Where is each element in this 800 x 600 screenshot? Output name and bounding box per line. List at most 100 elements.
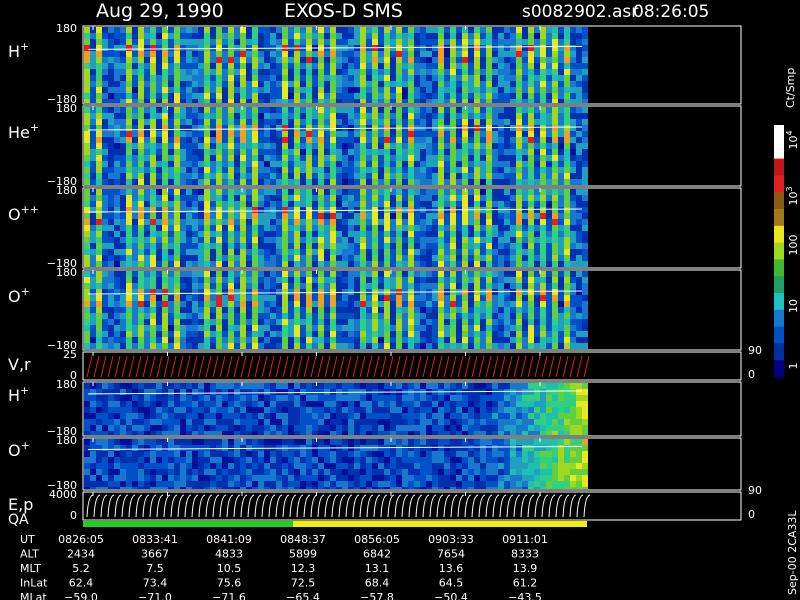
spectrogram-cell: [126, 431, 132, 435]
spectrogram-cell: [342, 261, 348, 267]
spectrogram-cell: [198, 277, 204, 283]
spectrogram-cell: [456, 45, 462, 51]
spectrogram-cell: [330, 33, 336, 39]
spectrogram-cell: [300, 93, 306, 99]
spectrogram-cell: [396, 143, 402, 149]
spectrogram-cell: [210, 295, 216, 301]
spectrogram-cell: [276, 319, 282, 325]
spectrogram-cell: [522, 99, 528, 103]
spectrogram-cell: [210, 87, 216, 93]
spectrogram-cell: [534, 119, 540, 125]
spectrogram-cell: [414, 161, 420, 167]
spectrogram-cell: [300, 33, 306, 39]
spectrogram-cell: [546, 161, 552, 167]
spectrogram-cell: [168, 201, 174, 207]
spectrogram-cell: [246, 93, 252, 99]
spectrogram-cell: [84, 261, 90, 267]
spectrogram-cell: [510, 225, 516, 231]
spectrogram-cell: [258, 39, 264, 45]
spectrogram-cell: [516, 27, 522, 33]
spectrogram-cell: [552, 325, 558, 331]
spectrogram-cell: [348, 225, 354, 231]
spectrogram-cell: [480, 173, 486, 179]
spectrogram-cell: [354, 307, 360, 313]
spectrogram-cell: [342, 343, 348, 349]
spectrogram-cell: [252, 237, 258, 243]
spectrogram-cell: [396, 75, 402, 81]
spectrogram-cell: [276, 419, 282, 425]
spectrogram-cell: [564, 307, 570, 313]
spectrogram-cell: [468, 51, 474, 57]
spectrogram-cell: [456, 81, 462, 87]
spectrogram-cell: [336, 225, 342, 231]
spectrogram-cell: [390, 143, 396, 149]
spectrogram-cell: [168, 295, 174, 301]
spectrogram-cell: [246, 383, 252, 389]
spectrogram-cell: [474, 33, 480, 39]
spectrogram-cell: [108, 99, 114, 103]
spectrogram-cell: [456, 325, 462, 331]
spectrogram-cell: [408, 261, 414, 267]
spectrogram-cell: [222, 301, 228, 307]
spectrogram-cell: [132, 27, 138, 33]
spectrogram-cell: [378, 249, 384, 255]
spectrogram-cell: [84, 189, 90, 195]
spectrogram-cell: [240, 313, 246, 319]
spectrogram-cell: [546, 213, 552, 219]
spectrogram-cell: [438, 81, 444, 87]
spectrogram-cell: [168, 125, 174, 131]
spectrogram-cell: [510, 75, 516, 81]
spectrogram-cell: [168, 161, 174, 167]
spectrogram-cell: [246, 325, 252, 331]
spectrogram-cell: [300, 325, 306, 331]
spectrogram-cell: [198, 337, 204, 343]
spectrogram-cell: [192, 131, 198, 137]
spectrogram-cell: [492, 143, 498, 149]
spectrogram-cell: [438, 57, 444, 63]
spectrogram-cell: [294, 125, 300, 131]
spectrogram-cell: [90, 155, 96, 161]
spectrogram-cell: [330, 213, 336, 219]
spectrogram-cell: [150, 87, 156, 93]
spectrogram-cell: [276, 161, 282, 167]
spectrogram-cell: [258, 331, 264, 337]
spectrogram-cell: [378, 261, 384, 267]
spectrogram-cell: [390, 201, 396, 207]
spectrogram-cell: [270, 107, 276, 113]
spectrogram-cell: [576, 237, 582, 243]
spectrogram-cell: [354, 119, 360, 125]
spectrogram-cell: [546, 173, 552, 179]
spectrogram-cell: [174, 431, 180, 435]
spectrogram-cell: [294, 255, 300, 261]
spectrogram-cell: [504, 337, 510, 343]
spectrogram-cell: [432, 195, 438, 201]
spectrogram-cell: [270, 167, 276, 173]
spectrogram-cell: [186, 255, 192, 261]
spectrogram-cell: [360, 137, 366, 143]
spectrogram-cell: [90, 63, 96, 69]
spectrogram-cell: [354, 149, 360, 155]
spectrogram-cell: [258, 179, 264, 185]
spectrogram-cell: [402, 219, 408, 225]
spectrogram-cell: [564, 99, 570, 103]
spectrogram-cell: [126, 313, 132, 319]
spectrogram-cell: [144, 155, 150, 161]
spectrogram-cell: [420, 219, 426, 225]
spectrogram-cell: [540, 63, 546, 69]
spectrogram-cell: [210, 39, 216, 45]
spectrogram-cell: [300, 419, 306, 425]
spectrogram-cell: [156, 69, 162, 75]
spectrogram-cell: [516, 289, 522, 295]
spectrogram-cell: [180, 201, 186, 207]
spectrogram-cell: [186, 173, 192, 179]
spectrogram-cell: [330, 161, 336, 167]
spectrogram-cell: [330, 337, 336, 343]
spectrogram-cell: [456, 301, 462, 307]
spectrogram-cell: [516, 213, 522, 219]
spectrogram-cell: [282, 419, 288, 425]
spectrogram-cell: [174, 237, 180, 243]
spectrogram-cell: [540, 277, 546, 283]
spectrogram-cell: [240, 383, 246, 389]
spectrogram-cell: [426, 81, 432, 87]
spectrogram-cell: [192, 27, 198, 33]
